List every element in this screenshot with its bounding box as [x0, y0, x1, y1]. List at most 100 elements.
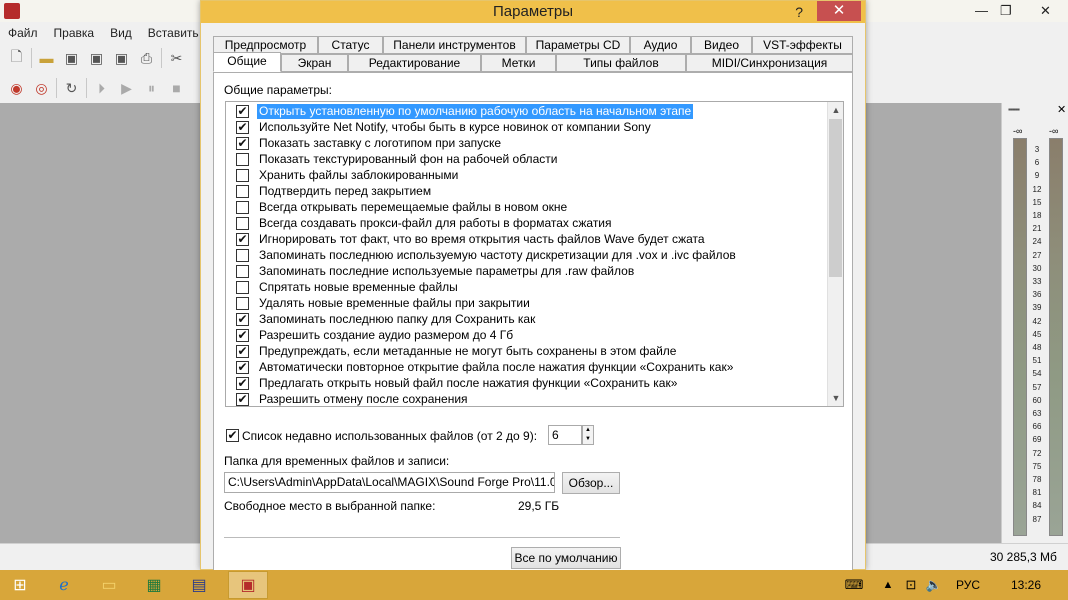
option-checkbox[interactable]: ✔ [236, 344, 249, 358]
internet-explorer-icon[interactable]: ℯ [52, 573, 76, 597]
tab-status[interactable]: Статус [318, 36, 383, 54]
restore-defaults-button[interactable]: Все по умолчанию [511, 547, 621, 569]
option-row[interactable]: ✔ Показать заставку с логотипом при запус… [226, 135, 829, 151]
record-icon[interactable]: ◉ [4, 76, 29, 100]
stop-icon[interactable]: ■ [164, 76, 189, 100]
option-row[interactable]: Показать текстурированный фон на рабочей… [226, 151, 829, 167]
tab-midi-sync[interactable]: MIDI/Синхронизация [686, 54, 853, 72]
scroll-up-icon[interactable]: ▲ [828, 102, 844, 118]
app-floppy-icon[interactable]: ▤ [187, 573, 211, 597]
render-icon[interactable]: ▣ [109, 46, 134, 70]
tab-file-types[interactable]: Типы файлов [556, 54, 686, 72]
meter-scale-label: 33 [1032, 277, 1042, 286]
recent-files-spinner[interactable]: ▲ ▼ [582, 425, 594, 445]
option-checkbox[interactable] [236, 248, 249, 262]
recent-files-count-input[interactable]: 6 [548, 425, 582, 445]
tab-display[interactable]: Экран [281, 54, 348, 72]
app-close-button[interactable]: ✕ [1040, 3, 1051, 19]
option-checkbox[interactable] [236, 280, 249, 294]
record-loop-icon[interactable]: ◎ [29, 76, 54, 100]
browse-button[interactable]: Обзор... [562, 472, 620, 494]
option-row[interactable]: Хранить файлы заблокированными [226, 167, 829, 183]
option-row[interactable]: ✔ Используйте Net Notify, чтобы быть в ку… [226, 119, 829, 135]
option-row[interactable]: Запоминать последнюю используемую частот… [226, 247, 829, 263]
general-options-list[interactable]: ✔ Открыть установленную по умолчанию рабо… [225, 101, 844, 407]
option-checkbox[interactable]: ✔ [236, 328, 249, 342]
start-windows-icon[interactable]: ⊞ [8, 573, 32, 597]
option-checkbox[interactable]: ✔ [236, 376, 249, 390]
language-indicator[interactable]: РУС [956, 578, 980, 592]
excel-icon[interactable]: ▦ [142, 573, 166, 597]
tab-video[interactable]: Видео [691, 36, 752, 54]
option-row[interactable]: Подтвердить перед закрытием [226, 183, 829, 199]
option-row[interactable]: ✔ Предупреждать, если метаданные не могут… [226, 343, 829, 359]
tab-audio[interactable]: Аудио [630, 36, 691, 54]
option-checkbox[interactable] [236, 184, 249, 198]
network-icon[interactable]: ⊡ [899, 573, 923, 597]
scroll-thumb[interactable] [829, 119, 842, 277]
recent-files-checkbox[interactable]: ✔ [226, 429, 239, 442]
option-checkbox[interactable] [236, 152, 249, 166]
app-minimize-button[interactable]: — [975, 3, 988, 18]
option-checkbox[interactable]: ✔ [236, 392, 249, 406]
tab-editing[interactable]: Редактирование [348, 54, 481, 72]
play-icon[interactable]: ▶ [114, 76, 139, 100]
option-row[interactable]: Удалять новые временные файлы при закрыт… [226, 295, 829, 311]
clock[interactable]: 13:26 [1011, 578, 1041, 592]
new-file-icon[interactable]: 🗋 [4, 46, 29, 70]
option-row[interactable]: ✔ Открыть установленную по умолчанию рабо… [226, 103, 829, 119]
meters-close-icon[interactable]: ✕ [1057, 103, 1066, 116]
options-scrollbar[interactable]: ▲ ▼ [827, 102, 843, 406]
option-checkbox[interactable] [236, 200, 249, 214]
dialog-titlebar[interactable]: Параметры ? ✕ [201, 1, 865, 23]
tab-cd-settings[interactable]: Параметры CD [526, 36, 630, 54]
sound-forge-taskbar-icon[interactable]: ▣ [228, 571, 268, 599]
keyboard-icon[interactable]: ⌨ [842, 573, 866, 597]
play-all-icon[interactable]: ⏵ [89, 76, 114, 100]
temp-folder-input[interactable]: C:\Users\Admin\AppData\Local\MAGIX\Sound… [224, 472, 555, 493]
tray-expand-icon[interactable]: ▲ [876, 573, 900, 597]
option-checkbox[interactable]: ✔ [236, 120, 249, 134]
menu-insert[interactable]: Вставить [140, 26, 207, 40]
option-row[interactable]: ✔ Разрешить отмену после сохранения [226, 391, 829, 407]
option-checkbox[interactable]: ✔ [236, 232, 249, 246]
save-as-icon[interactable]: ▣ [84, 46, 109, 70]
app-restore-button[interactable]: ❐ [1000, 3, 1012, 19]
option-checkbox[interactable]: ✔ [236, 360, 249, 374]
open-folder-icon[interactable]: ▬ [34, 46, 59, 70]
cut-icon[interactable]: ✂ [164, 46, 189, 70]
menu-view[interactable]: Вид [102, 26, 140, 40]
option-row[interactable]: ✔ Автоматически повторное открытие файла … [226, 359, 829, 375]
option-row[interactable]: Всегда открывать перемещаемые файлы в но… [226, 199, 829, 215]
save-icon[interactable]: ▣ [59, 46, 84, 70]
option-row[interactable]: ✔ Игнорировать тот факт, что во время отк… [226, 231, 829, 247]
tab-toolbars[interactable]: Панели инструментов [383, 36, 526, 54]
meter-scale-label: 63 [1032, 409, 1042, 418]
option-row[interactable]: Запоминать последние используемые параме… [226, 263, 829, 279]
option-row[interactable]: ✔ Предлагать открыть новый файл после наж… [226, 375, 829, 391]
loop-icon[interactable]: ↻ [59, 76, 84, 100]
dialog-close-button[interactable]: ✕ [817, 1, 861, 21]
help-button[interactable]: ? [795, 1, 803, 23]
tab-vst-effects[interactable]: VST-эффекты [752, 36, 853, 54]
option-checkbox[interactable]: ✔ [236, 136, 249, 150]
option-row[interactable]: ✔ Разрешить создание аудио размером до 4 … [226, 327, 829, 343]
menu-edit[interactable]: Правка [46, 26, 103, 40]
tab-markers[interactable]: Метки [481, 54, 556, 72]
tab-general[interactable]: Общие [213, 52, 281, 72]
option-checkbox[interactable] [236, 168, 249, 182]
pause-icon[interactable]: ⏸ [139, 76, 164, 100]
option-checkbox[interactable]: ✔ [236, 104, 249, 118]
option-row[interactable]: ✔ Запоминать последнюю папку для Сохранит… [226, 311, 829, 327]
file-explorer-icon[interactable]: ▭ [97, 573, 121, 597]
menu-file[interactable]: Файл [0, 26, 46, 40]
print-icon[interactable]: ⎙ [134, 46, 159, 70]
option-checkbox[interactable] [236, 216, 249, 230]
option-checkbox[interactable]: ✔ [236, 312, 249, 326]
option-row[interactable]: Спрятать новые временные файлы [226, 279, 829, 295]
option-checkbox[interactable] [236, 264, 249, 278]
scroll-down-icon[interactable]: ▼ [828, 390, 844, 406]
option-row[interactable]: Всегда создавать прокси-файл для работы … [226, 215, 829, 231]
option-checkbox[interactable] [236, 296, 249, 310]
volume-icon[interactable]: 🔈 [922, 573, 946, 597]
